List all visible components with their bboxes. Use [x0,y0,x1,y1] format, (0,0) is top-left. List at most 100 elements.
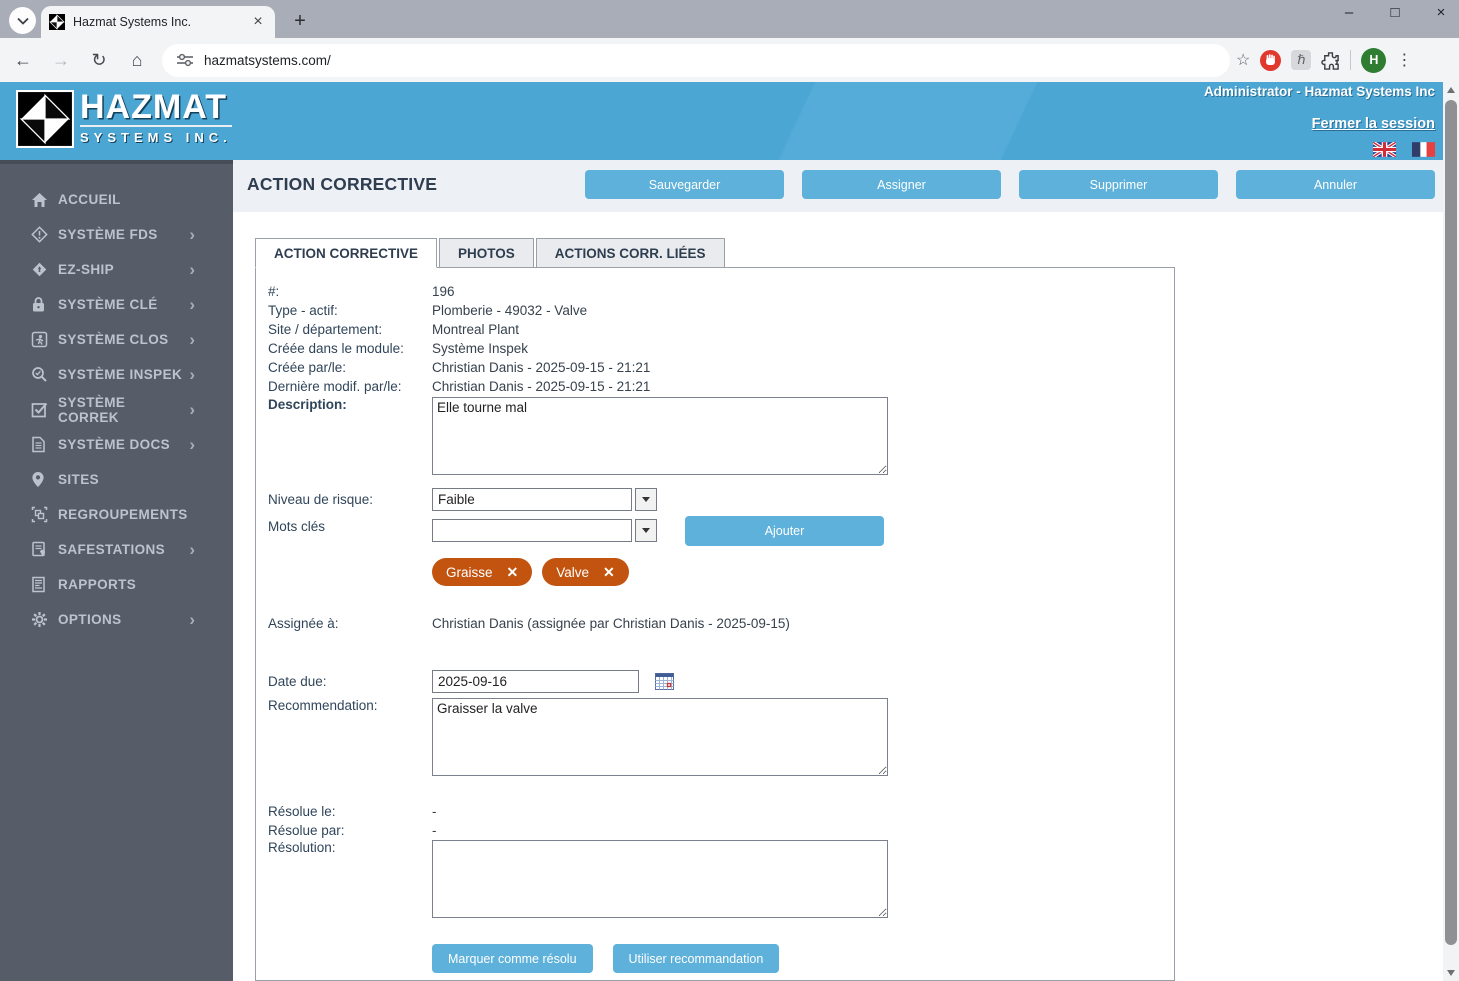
sidebar-item-systeme-clos[interactable]: SYSTÈME CLOS › [0,322,233,357]
adblocker-extension-icon[interactable] [1260,50,1281,71]
sidebar-item-systeme-correk[interactable]: SYSTÈME CORREK › [0,392,233,427]
number-value: 196 [432,282,455,301]
mark-resolved-button[interactable]: Marquer comme résolu [432,944,593,973]
hand-icon [1265,54,1276,66]
hazmat-logo-icon [16,90,74,148]
keywords-dropdown-button[interactable] [635,519,657,542]
tag-label: Valve [556,565,589,580]
resolved-on-label: Résolue le: [268,802,432,821]
gear-icon [31,611,51,629]
sidebar-item-systeme-cle[interactable]: SYSTÈME CLÉ › [0,287,233,322]
hazmat-logo[interactable]: HAZMAT SYSTEMS INC. [16,90,232,148]
resolved-on-value: - [432,802,437,821]
h-extension-icon[interactable]: ℏ [1291,50,1311,70]
tab-photos[interactable]: PHOTOS [439,238,534,268]
site-favicon [49,14,65,30]
cancel-button[interactable]: Annuler [1236,170,1435,199]
tab-close-icon[interactable]: × [249,13,267,31]
tab-actions-corr-liees[interactable]: ACTIONS CORR. LIÉES [536,238,725,268]
uk-flag-icon[interactable] [1373,142,1396,157]
lock-icon [31,296,51,314]
number-label: #: [268,282,432,301]
recommendation-textarea[interactable]: Graisser la valve [432,698,888,776]
back-button[interactable]: ← [8,50,38,71]
tab-action-corrective[interactable]: ACTION CORRECTIVE [255,238,437,268]
sidebar-item-systeme-inspek[interactable]: SYSTÈME INSPEK › [0,357,233,392]
resolution-textarea[interactable] [432,840,888,918]
magnifier-icon [31,366,51,384]
due-date-input[interactable] [432,670,639,693]
france-flag-icon[interactable] [1412,142,1435,157]
logo-line2: SYSTEMS INC. [80,130,232,145]
sidebar-item-accueil[interactable]: ACCUEIL [0,182,233,217]
module-label: Créée dans le module: [268,339,432,358]
sidebar-item-systeme-fds[interactable]: SYSTÈME FDS › [0,217,233,252]
sidebar-item-regroupements[interactable]: REGROUPEMENTS [0,497,233,532]
hazard-diamond-icon [31,226,51,244]
sidebar-nav: ACCUEIL SYSTÈME FDS › EZ-SHIP › SYSTÈME … [0,160,233,981]
window-minimize-button[interactable]: – [1339,4,1359,21]
profile-avatar[interactable]: H [1361,48,1386,73]
keyword-tag: Graisse ✕ [432,558,532,586]
risk-level-label: Niveau de risque: [268,492,432,507]
bookmark-star-icon[interactable]: ☆ [1236,50,1250,70]
window-maximize-button[interactable]: □ [1385,4,1405,21]
address-bar[interactable]: hazmatsystems.com/ [162,44,1230,77]
tab-search-button[interactable] [9,7,36,34]
report-icon [31,576,51,594]
scroll-up-arrow-icon[interactable] [1447,87,1455,93]
page-scrollbar[interactable] [1443,82,1459,981]
module-value: Système Inspek [432,339,528,358]
assign-button[interactable]: Assigner [802,170,1001,199]
site-settings-icon[interactable] [176,53,194,67]
keywords-input[interactable] [432,519,632,542]
delete-button[interactable]: Supprimer [1019,170,1218,199]
sidebar-item-systeme-docs[interactable]: SYSTÈME DOCS › [0,427,233,462]
browser-tab-strip: Hazmat Systems Inc. × + – □ × [0,0,1459,38]
scroll-down-arrow-icon[interactable] [1447,970,1455,976]
type-label: Type - actif: [268,301,432,320]
map-pin-icon [31,471,51,489]
site-header: HAZMAT SYSTEMS INC. Administrator - Hazm… [0,82,1443,160]
main-content: ACTION CORRECTIVE Sauvegarder Assigner S… [233,160,1443,981]
content-tabs: ACTION CORRECTIVE PHOTOS ACTIONS CORR. L… [255,238,727,268]
add-keyword-button[interactable]: Ajouter [685,516,884,546]
scrollbar-thumb[interactable] [1445,100,1457,945]
risk-level-dropdown-button[interactable] [635,488,657,511]
forward-button[interactable]: → [46,50,76,71]
remove-tag-icon[interactable]: ✕ [507,564,519,581]
use-recommendation-button[interactable]: Utiliser recommandation [613,944,780,973]
extensions-puzzle-icon[interactable] [1321,51,1340,70]
keyword-tags: Graisse ✕ Valve ✕ [432,558,1174,586]
sidebar-item-options[interactable]: OPTIONS › [0,602,233,637]
sidebar-item-safestations[interactable]: SAFESTATIONS › [0,532,233,567]
new-tab-button[interactable]: + [288,10,312,33]
url-text[interactable]: hazmatsystems.com/ [204,53,331,68]
tag-label: Graisse [446,565,493,580]
remove-tag-icon[interactable]: ✕ [603,564,615,581]
home-button[interactable]: ⌂ [122,50,152,71]
modified-value: Christian Danis - 2025-09-15 - 21:21 [432,377,650,396]
tab-title: Hazmat Systems Inc. [73,15,249,29]
save-button[interactable]: Sauvegarder [585,170,784,199]
logout-link[interactable]: Fermer la session [1312,116,1435,132]
chevron-down-icon [17,17,29,25]
resolution-label: Résolution: [268,840,432,918]
calendar-picker-icon[interactable] [655,673,674,690]
modified-label: Dernière modif. par/le: [268,377,432,396]
assigned-label: Assignée à: [268,614,432,633]
sidebar-item-ez-ship[interactable]: EZ-SHIP › [0,252,233,287]
safestation-icon [31,541,51,559]
keywords-label: Mots clés [268,519,432,546]
description-textarea[interactable]: Elle tourne mal [432,397,888,475]
window-close-button[interactable]: × [1431,4,1451,21]
home-icon [31,191,51,209]
due-date-label: Date due: [268,674,432,689]
sidebar-item-sites[interactable]: SITES [0,462,233,497]
sidebar-item-rapports[interactable]: RAPPORTS [0,567,233,602]
browser-menu-icon[interactable]: ⋮ [1396,50,1412,70]
reload-button[interactable]: ↻ [84,50,114,71]
browser-tab[interactable]: Hazmat Systems Inc. × [41,6,275,38]
logo-line1: HAZMAT [80,90,232,127]
risk-level-input[interactable] [432,488,632,511]
